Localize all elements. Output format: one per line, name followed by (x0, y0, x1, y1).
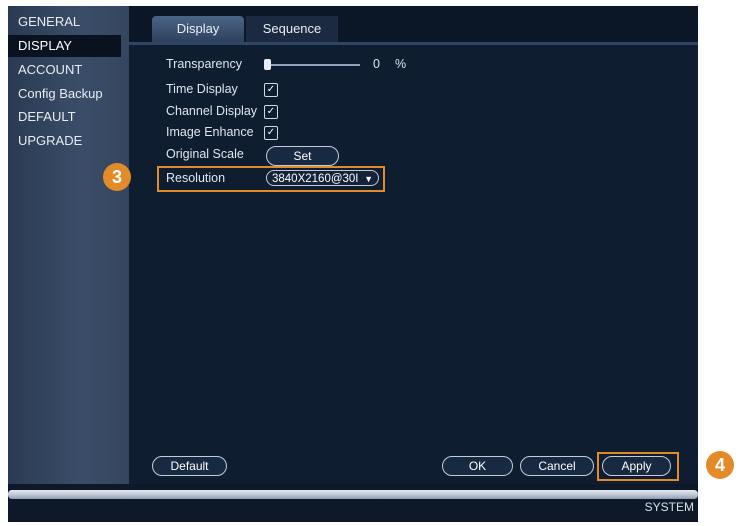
main-panel (129, 6, 698, 484)
sidebar-item-display[interactable]: DISPLAY (8, 35, 121, 57)
image-enhance-checkbox[interactable]: ✓ (264, 126, 278, 140)
transparency-slider-track[interactable] (268, 64, 360, 66)
original-scale-label: Original Scale (166, 147, 244, 161)
resolution-label: Resolution (166, 171, 226, 185)
transparency-label: Transparency (166, 57, 242, 71)
channel-display-checkbox[interactable]: ✓ (264, 105, 278, 119)
image-enhance-label: Image Enhance (166, 125, 254, 139)
transparency-slider-handle[interactable] (264, 59, 271, 70)
tab-sequence[interactable]: Sequence (246, 16, 338, 42)
apply-button[interactable]: Apply (602, 456, 671, 476)
tab-underline (129, 42, 698, 45)
tab-display[interactable]: Display (152, 16, 244, 42)
dropdown-arrow-icon: ▼ (364, 174, 373, 184)
callout-badge-3: 3 (103, 163, 131, 191)
time-display-label: Time Display (166, 82, 238, 96)
sidebar-item-config-backup[interactable]: Config Backup (8, 83, 121, 105)
footer-progress-bar (8, 490, 698, 499)
check-icon: ✓ (266, 84, 276, 95)
resolution-select[interactable]: 3840X2160@30I ▼ (266, 170, 379, 186)
default-button[interactable]: Default (152, 456, 227, 476)
resolution-value: 3840X2160@30I (272, 173, 359, 185)
sidebar-item-account[interactable]: ACCOUNT (8, 59, 121, 81)
cancel-button[interactable]: Cancel (520, 456, 594, 476)
set-button[interactable]: Set (266, 146, 339, 166)
check-icon: ✓ (266, 106, 276, 117)
ok-button[interactable]: OK (442, 456, 513, 476)
sidebar-item-default[interactable]: DEFAULT (8, 106, 121, 128)
check-icon: ✓ (266, 127, 276, 138)
sidebar-item-general[interactable]: GENERAL (8, 11, 121, 33)
sidebar-item-upgrade[interactable]: UPGRADE (8, 130, 121, 152)
footer-system-label: SYSTEM (644, 500, 694, 514)
callout-badge-4: 4 (706, 451, 734, 479)
transparency-value: 0 (373, 57, 380, 71)
time-display-checkbox[interactable]: ✓ (264, 83, 278, 97)
channel-display-label: Channel Display (166, 104, 258, 118)
transparency-unit: % (395, 57, 407, 71)
